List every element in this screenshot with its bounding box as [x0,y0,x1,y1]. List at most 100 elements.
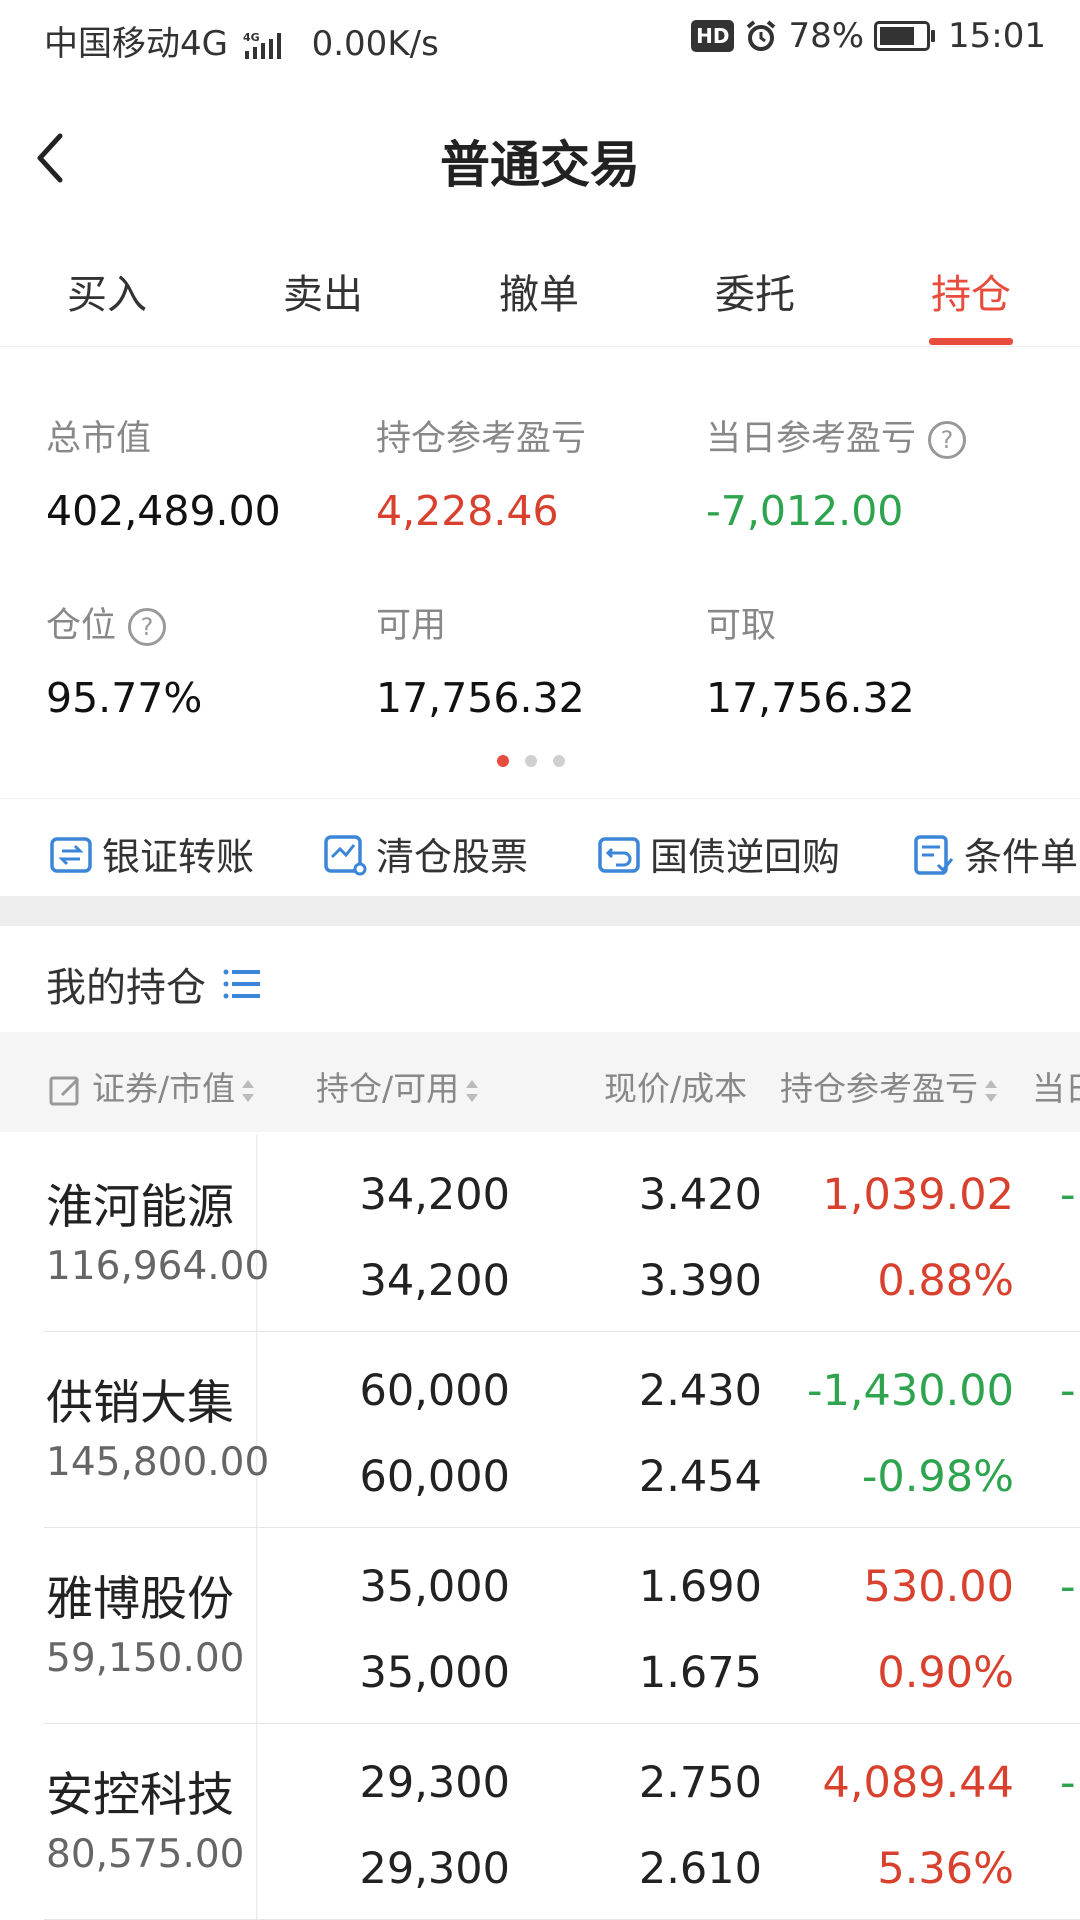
bank-transfer-button[interactable]: 银证转账 [48,826,254,881]
conditional-order-icon [914,834,954,875]
col-security-label: 证券/市值 [92,1069,236,1108]
current-price: 1.690 [638,1562,762,1612]
available-label: 可用 [376,606,447,646]
position-pnl-pct: -0.98% [861,1452,1014,1502]
holding-row[interactable]: 安控科技 80,575.00 29,300 29,300 2.750 2.610 4,089… [0,1724,1080,1920]
cost-price: 2.610 [638,1844,762,1894]
position-qty: 35,000 [359,1562,510,1612]
col-position[interactable]: 持仓/可用 [316,1062,479,1110]
status-left: 中国移动4G 4G 0.00K/s [44,16,439,65]
stock-name: 雅博股份 [46,1572,234,1627]
sort-icon[interactable] [984,1078,998,1104]
daily-pnl-label-text: 当日参考盈亏 [706,419,917,459]
market-value: 80,575.00 [46,1832,245,1877]
col-position-label: 持仓/可用 [316,1069,460,1108]
tab-orders[interactable]: 委托 [665,262,845,320]
position-pnl-pct: 5.36% [877,1844,1014,1894]
col-pnl-label: 持仓参考盈亏 [780,1069,978,1108]
current-price: 2.750 [638,1758,762,1808]
col-security[interactable]: 证券/市值 [48,1062,255,1110]
daily-pnl-cell: - [1060,1562,1076,1612]
stock-name: 供销大集 [46,1376,234,1431]
pager-dot-3[interactable] [553,755,565,767]
holding-row[interactable]: 供销大集 145,800.00 60,000 60,000 2.430 2.454 -1,4… [0,1332,1080,1528]
stock-name: 安控科技 [46,1768,234,1823]
market-value: 145,800.00 [46,1440,270,1485]
status-bar: 中国移动4G 4G 0.00K/s HD 78% 15:01 [0,0,1080,76]
cost-price: 2.454 [638,1452,762,1502]
clear-stocks-label: 清仓股票 [376,835,529,879]
alarm-icon [747,20,776,51]
total-value: 402,489.00 [46,487,281,535]
holdings-title: 我的持仓 [46,965,206,1011]
sort-icon[interactable] [241,1078,255,1104]
position-qty: 29,300 [359,1758,510,1808]
active-tab-indicator [929,338,1013,345]
market-value: 116,964.00 [46,1244,270,1289]
divider [0,798,1080,799]
battery-fill [880,27,915,45]
clock: 15:01 [948,16,1046,56]
battery-percent: 78% [788,16,865,56]
available-qty: 35,000 [359,1648,510,1698]
network-speed: 0.00K/s [311,24,439,64]
chart-clear-icon [324,834,367,875]
carrier-label: 中国移动4G [44,24,228,64]
help-icon[interactable]: ? [128,608,167,646]
col-price: 现价/成本 [604,1069,748,1108]
col-daily: 当日 [1032,1069,1080,1108]
tab-positions[interactable]: 持仓 [881,262,1061,320]
col-pnl[interactable]: 持仓参考盈亏 [780,1062,998,1110]
reverse-repo-label: 国债逆回购 [650,835,841,879]
withdrawable-value: 17,756.32 [706,674,915,722]
daily-pnl-cell: - [1060,1758,1076,1808]
pager-dot-2[interactable] [525,755,537,767]
tab-cancel[interactable]: 撤单 [449,262,629,320]
list-icon[interactable] [220,962,264,1006]
holding-row[interactable]: 雅博股份 59,150.00 35,000 35,000 1.690 1.675 530.0… [0,1528,1080,1724]
available-qty: 34,200 [359,1256,510,1306]
position-qty: 60,000 [359,1366,510,1416]
sort-icon[interactable] [465,1078,479,1104]
position-ratio-label-text: 仓位 [46,606,117,646]
repo-icon [598,836,640,873]
position-pnl-value: 4,228.46 [376,487,559,535]
position-pnl-pct: 0.88% [877,1256,1014,1306]
position-pnl: -1,430.00 [806,1366,1014,1416]
daily-pnl-cell: - [1060,1170,1076,1220]
daily-pnl-cell: - [1060,1366,1076,1416]
position-pnl-pct: 0.90% [877,1648,1014,1698]
current-price: 3.420 [638,1170,762,1220]
signal-icon: 4G [243,31,281,59]
clear-stocks-button[interactable]: 清仓股票 [322,826,528,881]
pager-dot-1[interactable] [497,755,509,767]
daily-pnl-value: -7,012.00 [706,487,904,535]
svg-text:4G: 4G [243,31,260,44]
position-qty: 34,200 [359,1170,510,1220]
reverse-repo-button[interactable]: 国债逆回购 [596,826,840,881]
position-pnl: 1,039.02 [822,1170,1014,1220]
tab-buy[interactable]: 买入 [17,262,197,320]
conditional-order-label: 条件单 [964,835,1079,879]
current-price: 2.430 [638,1366,762,1416]
cost-price: 1.675 [638,1648,762,1698]
stock-name: 淮河能源 [46,1180,234,1235]
position-pnl: 530.00 [863,1562,1014,1612]
table-header: 证券/市值 持仓/可用 现价/成本 持仓参考盈亏 当日 [0,1032,1080,1132]
position-ratio-label: 仓位? [46,597,167,648]
holding-row[interactable]: 淮河能源 116,964.00 34,200 34,200 3.420 3.390 1,03… [0,1136,1080,1332]
bank-transfer-label: 银证转账 [102,835,255,879]
section-spacer [0,896,1080,926]
hd-icon: HD [691,20,735,52]
market-value: 59,150.00 [46,1636,245,1681]
edit-icon[interactable] [48,1073,84,1109]
transfer-icon [50,836,92,873]
battery-icon [874,21,936,51]
status-right: HD 78% 15:01 [691,16,1046,56]
quick-actions-bar: 银证转账 清仓股票 国债逆回购 条件单 [0,800,1080,896]
help-icon[interactable]: ? [928,421,967,459]
conditional-order-button[interactable]: 条件单 [910,826,1078,881]
tab-sell[interactable]: 卖出 [233,262,413,320]
holdings-section-title: 我的持仓 [46,955,264,1013]
position-pnl: 4,089.44 [822,1758,1014,1808]
